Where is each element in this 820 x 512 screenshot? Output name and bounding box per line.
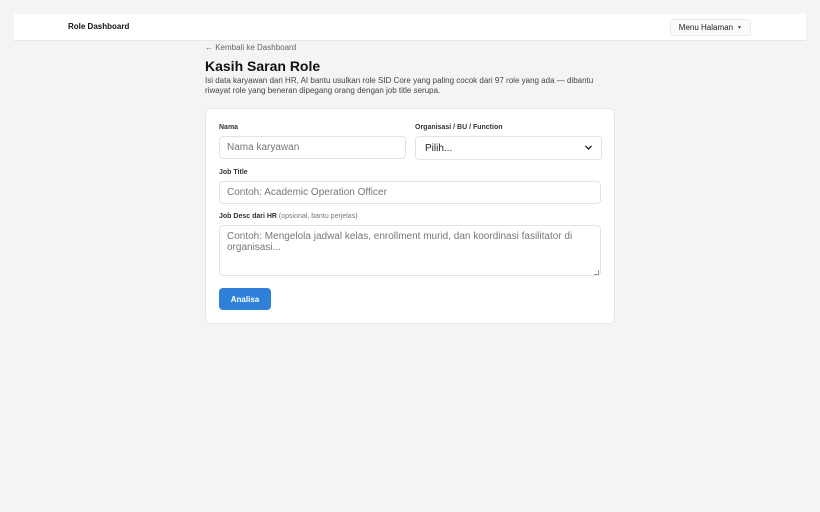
- top-navbar: Role Dashboard Menu Halaman ▼: [14, 14, 806, 41]
- job-desc-textarea[interactable]: [219, 225, 601, 276]
- page-title: Kasih Saran Role: [205, 58, 321, 74]
- job-title-input[interactable]: [219, 181, 601, 204]
- analyze-button[interactable]: Analisa: [219, 288, 271, 310]
- page-menu-button[interactable]: Menu Halaman ▼: [669, 19, 751, 36]
- job-desc-label: Job Desc dari HR (opsional, bantu perjel…: [219, 213, 358, 220]
- org-select-value: Pilih...: [425, 142, 453, 154]
- name-input[interactable]: [219, 136, 406, 159]
- org-select[interactable]: Pilih...: [415, 136, 602, 160]
- brand-title[interactable]: Role Dashboard: [68, 22, 129, 31]
- name-label: Nama: [219, 124, 239, 131]
- caret-down-icon: ▼: [737, 24, 742, 31]
- job-desc-hint: (opsional, bantu perjelas): [278, 213, 358, 220]
- resize-handle-icon[interactable]: [594, 270, 599, 275]
- page-menu-label: Menu Halaman: [678, 23, 734, 32]
- role-suggestion-form: Nama Organisasi / BU / Function Pilih...…: [205, 108, 615, 324]
- back-to-dashboard-link[interactable]: ← Kembali ke Dashboard: [205, 43, 296, 52]
- chevron-down-icon: [585, 144, 592, 152]
- page-description: Isi data karyawan dari HR, AI bantu usul…: [205, 76, 594, 95]
- job-desc-label-text: Job Desc dari HR: [219, 213, 277, 220]
- job-title-label: Job Title: [219, 169, 248, 176]
- org-label: Organisasi / BU / Function: [415, 124, 503, 131]
